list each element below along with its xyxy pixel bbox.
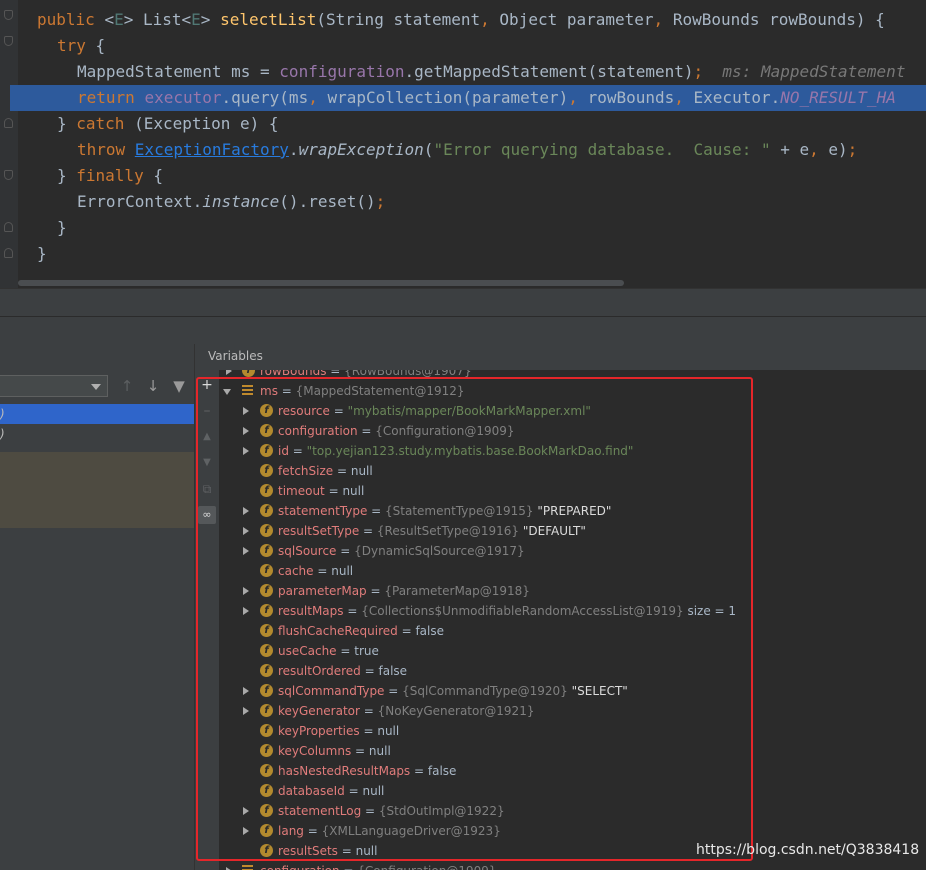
code-token: wrapException	[298, 140, 424, 159]
chevron-down-icon	[91, 384, 101, 390]
code-text: }	[37, 241, 47, 267]
code-token: wrapCollection(parameter)	[327, 88, 569, 107]
code-token: instance	[202, 192, 280, 211]
thread-selector[interactable]	[0, 375, 108, 397]
variable-name: configuration	[260, 864, 340, 870]
watermark: https://blog.csdn.net/Q3838418	[696, 842, 920, 858]
arrow-up-icon[interactable]: ↑	[118, 376, 136, 396]
code-token: executor	[144, 88, 222, 107]
code-editor[interactable]: public <E> List<E> selectList(String sta…	[0, 0, 926, 288]
variable-row[interactable]: configuration = {Configuration@1909}	[219, 861, 926, 870]
code-token: NO_RESULT_HA	[780, 88, 896, 107]
code-line[interactable]: return executor.query(ms, wrapCollection…	[10, 85, 926, 111]
code-line[interactable]: } catch (Exception e) {	[0, 111, 926, 137]
code-token: rowBounds	[587, 88, 675, 107]
frame-row[interactable]: )	[0, 404, 194, 424]
code-text: throw ExceptionFactory.wrapException("Er…	[77, 137, 857, 163]
editor-horizontal-scrollbar[interactable]	[18, 280, 624, 286]
code-token: finally	[76, 166, 154, 185]
code-text: ErrorContext.instance().reset();	[77, 189, 385, 215]
code-token: ,	[568, 88, 588, 107]
code-token: (String statement	[316, 10, 481, 29]
code-token: (	[423, 140, 434, 159]
debug-tool-header	[0, 288, 926, 317]
frame-label: )	[0, 427, 5, 441]
code-token: catch	[76, 114, 135, 133]
code-token: ,	[480, 10, 500, 29]
code-token: {	[95, 36, 106, 55]
code-line[interactable]: } finally {	[0, 163, 926, 189]
code-line[interactable]: }	[0, 215, 926, 241]
code-token: public	[37, 10, 105, 29]
code-token: >	[200, 10, 221, 29]
code-token: E	[191, 10, 201, 29]
code-token: <	[104, 10, 115, 29]
code-token: ,	[653, 10, 673, 29]
code-token: .query(ms	[221, 88, 309, 107]
code-token: .	[288, 140, 299, 159]
code-token: ,	[809, 140, 829, 159]
code-token: ,	[674, 88, 694, 107]
code-token: + e	[770, 140, 810, 159]
frame-label: )	[0, 407, 5, 421]
frames-list-area	[0, 452, 194, 528]
arrow-down-icon[interactable]: ↓	[144, 376, 162, 396]
code-token: configuration	[279, 62, 405, 81]
code-token: ;	[847, 140, 858, 159]
code-token: ,	[308, 88, 328, 107]
code-token: ErrorContext.	[77, 192, 203, 211]
code-token: ExceptionFactory	[134, 140, 289, 159]
code-token: RowBounds rowBounds) {	[672, 10, 885, 29]
frames-panel: ↑ ↓ ▼ ) )	[0, 344, 194, 870]
code-token: }	[57, 114, 77, 133]
code-token: try	[57, 36, 96, 55]
variable-entry: configuration = {Configuration@1909}	[260, 861, 497, 870]
code-token: ().reset()	[279, 192, 376, 211]
code-line[interactable]: public <E> List<E> selectList(String sta…	[0, 7, 926, 33]
code-token: ms: MappedStatement	[703, 62, 906, 81]
code-token: Object parameter	[499, 10, 654, 29]
code-token: Executor.	[693, 88, 781, 107]
code-token: }	[57, 166, 77, 185]
code-token: MappedStatement ms =	[77, 62, 280, 81]
variables-title: Variables	[208, 349, 263, 363]
code-line[interactable]: }	[0, 241, 926, 267]
code-token: selectList	[220, 10, 317, 29]
code-text: } catch (Exception e) {	[57, 111, 279, 137]
expand-arrow-icon[interactable]	[226, 370, 232, 375]
code-token: (Exception e) {	[134, 114, 279, 133]
frame-row[interactable]: )	[0, 424, 194, 444]
code-text: try {	[57, 33, 105, 59]
highlight-box	[196, 377, 753, 861]
code-token: ;	[693, 62, 704, 81]
code-line[interactable]: MappedStatement ms = configuration.getMa…	[0, 59, 926, 85]
code-token: return	[77, 88, 145, 107]
code-token: }	[37, 244, 47, 263]
code-token: {	[153, 166, 163, 185]
debug-toolbar	[0, 316, 926, 345]
code-text: }	[57, 215, 67, 241]
code-token: throw	[77, 140, 135, 159]
field-icon: f	[242, 370, 255, 377]
equals-sign: =	[340, 864, 358, 870]
code-token: "Error querying database. Cause: "	[433, 140, 771, 159]
local-variable-icon	[242, 865, 253, 870]
code-token: E	[114, 10, 124, 29]
code-token: ;	[375, 192, 386, 211]
code-line[interactable]: throw ExceptionFactory.wrapException("Er…	[0, 137, 926, 163]
code-line[interactable]: try {	[0, 33, 926, 59]
code-token: e)	[828, 140, 848, 159]
code-token: .getMappedStatement(statement)	[404, 62, 694, 81]
code-line[interactable]: ErrorContext.instance().reset();	[0, 189, 926, 215]
code-text: MappedStatement ms = configuration.getMa…	[77, 59, 905, 85]
variable-ref: {Configuration@1909}	[357, 864, 496, 870]
filter-icon[interactable]: ▼	[170, 376, 188, 396]
code-token: > List<	[123, 10, 192, 29]
code-text: return executor.query(ms, wrapCollection…	[77, 85, 896, 111]
code-token: }	[57, 218, 67, 237]
code-text: } finally {	[57, 163, 163, 189]
code-text: public <E> List<E> selectList(String sta…	[37, 7, 885, 33]
